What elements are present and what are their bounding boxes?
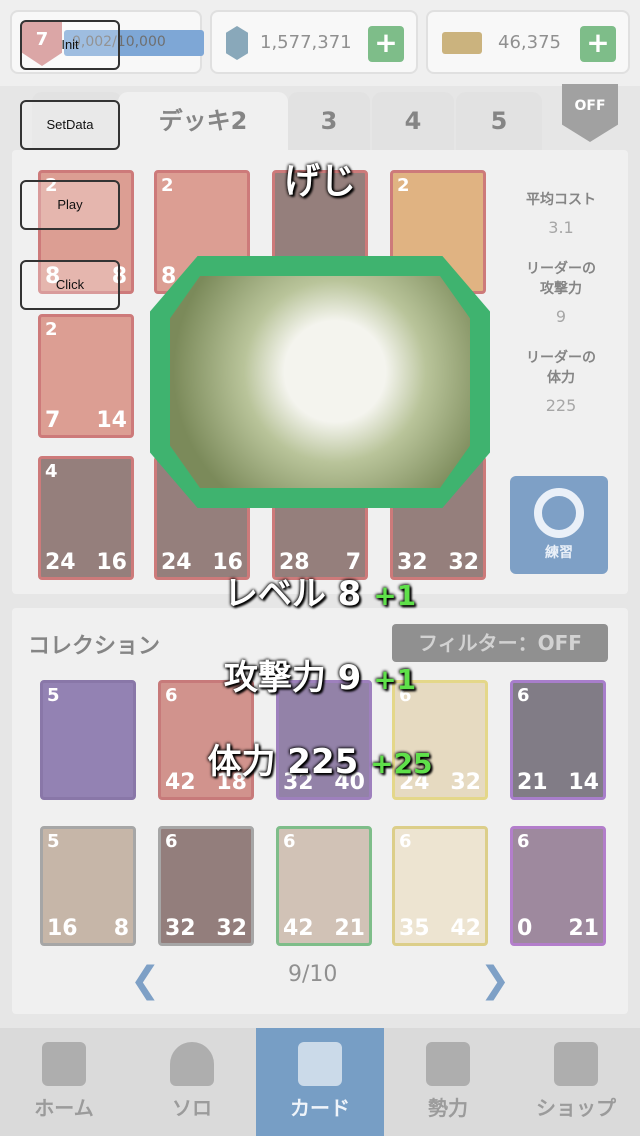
level-stat: レベル 8 +1	[0, 566, 640, 615]
hp-label: 体力 225	[207, 742, 359, 782]
character-portrait	[170, 276, 470, 488]
level-bonus: +1	[373, 579, 417, 612]
setdata-button[interactable]: SetData	[20, 100, 120, 150]
character-name: げじ	[283, 161, 356, 202]
hp-stat: 体力 225 +25	[0, 734, 640, 783]
attack-stat: 攻撃力 9 +1	[0, 650, 640, 699]
attack-label: 攻撃力 9	[223, 658, 362, 698]
click-button[interactable]: Click	[20, 260, 120, 310]
attack-bonus: +1	[373, 663, 417, 696]
level-label: レベル 8	[223, 574, 362, 614]
hp-bonus: +25	[370, 747, 433, 780]
init-button[interactable]: Init	[20, 20, 120, 70]
